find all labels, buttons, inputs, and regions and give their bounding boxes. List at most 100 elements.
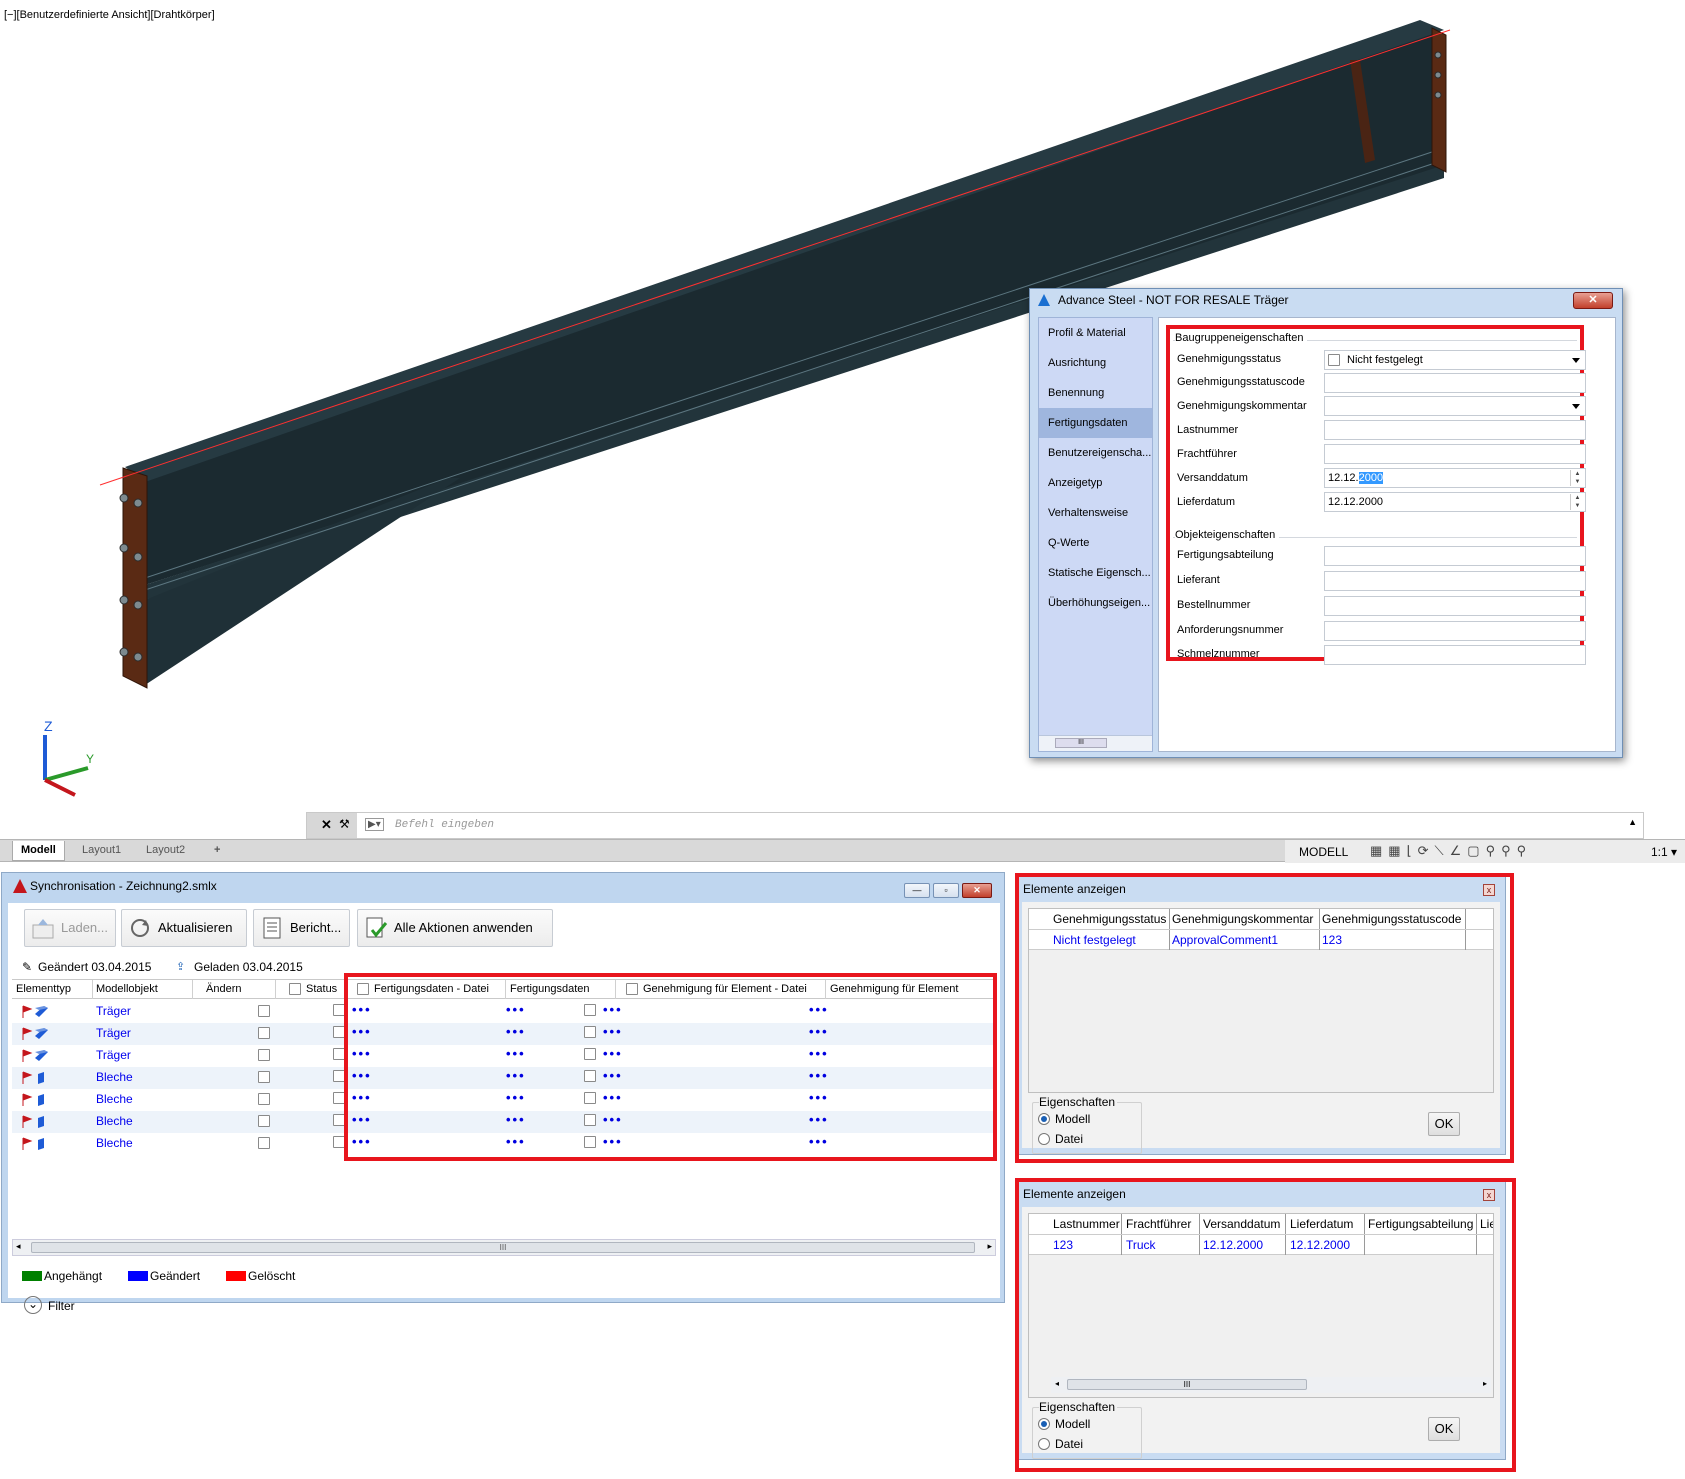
add-layout-button[interactable]: + [206,841,228,861]
legend-geloescht: Gelöscht [226,1269,295,1283]
frachtfuehrer-field[interactable] [1324,444,1586,464]
model-object-link[interactable]: Bleche [96,1114,133,1128]
layout-tab-bar: Modell Layout1 Layout2 + MODELL ▦▦⌊⟳⟍∠▢⚲… [0,839,1685,863]
chevron-down-icon[interactable]: ⌄ [24,1296,42,1314]
model-object-link[interactable]: Träger [96,1026,131,1040]
nav-item[interactable]: Ausrichtung [1039,348,1152,378]
nav-item[interactable]: Verhaltensweise [1039,498,1152,528]
aktualisieren-button[interactable]: Aktualisieren [121,909,247,947]
status-checkbox[interactable] [258,1071,270,1083]
nav-scroll-thumb[interactable]: III [1055,738,1107,748]
status-checkbox[interactable] [258,1049,270,1061]
scroll-left-icon[interactable]: ◂ [16,1241,21,1252]
sync-scroll-thumb[interactable]: III [31,1242,975,1253]
spinner-icon[interactable]: ▲ ▼ [1570,494,1584,510]
sync-body: Laden... Aktualisieren Bericht... Alle A… [8,903,1000,1314]
lastnummer-field[interactable] [1324,420,1586,440]
nav-item[interactable]: Benennung [1039,378,1152,408]
legend-swatch-blue [128,1271,148,1281]
right-end-plate [1431,27,1447,173]
nav-item[interactable]: Q-Werte [1039,528,1152,558]
annotation-scale[interactable]: 1:1 ▾ [1651,845,1677,859]
alle-aktionen-button[interactable]: Alle Aktionen anwenden [357,909,553,947]
legend-geaendert-label: Geändert [150,1269,201,1283]
command-line: ✕ ⚒ ▶▾ Befehl eingeben ▲ [306,812,1644,839]
status-checkbox[interactable] [258,1137,270,1149]
filter-toggle[interactable]: Filter [48,1299,75,1313]
col-elementtyp[interactable]: Elementtyp [16,983,71,995]
close-icon[interactable]: ✕ [321,817,332,833]
statuscode-field[interactable] [1324,373,1586,393]
close-icon[interactable]: ✕ [1573,292,1613,309]
status-checkbox[interactable] [258,1027,270,1039]
col-aendern[interactable]: Ändern [206,983,241,995]
col-sep [92,980,93,999]
highlight-box [344,973,997,1161]
minimize-button[interactable]: — [904,883,930,898]
lieferdatum-value: 12.12.2000 [1328,496,1384,508]
chevron-up-icon[interactable]: ▲ [1628,817,1637,827]
anforderungsnummer-field[interactable] [1324,621,1586,641]
status-tool-icons[interactable]: ▦▦⌊⟳⟍∠▢⚲⚲⚲ [1370,843,1532,859]
refresh-icon [131,919,149,937]
command-line-tools: ✕ ⚒ [307,813,357,838]
scroll-right-icon[interactable]: ▸ [987,1241,992,1252]
sync-hscrollbar[interactable]: ◂ III ▸ [12,1239,996,1256]
nav-item[interactable]: Benutzereigenscha... [1039,438,1152,468]
kommentar-select[interactable] [1324,396,1586,416]
legend-geaendert: Geändert [128,1269,200,1283]
nav-item[interactable]: Fertigungsdaten [1039,408,1152,438]
property-content: Baugruppeneigenschaften Genehmigungsstat… [1158,317,1616,752]
lieferdatum-field[interactable]: 12.12.2000 ▲ ▼ [1324,492,1586,512]
versanddatum-field[interactable]: 12.12.2000 ▲ ▼ [1324,468,1586,488]
col-modellobjekt[interactable]: Modellobjekt [96,983,158,995]
nav-item[interactable]: Überhöhungseigen... [1039,588,1152,618]
command-input[interactable]: Befehl eingeben [395,819,494,831]
nav-scrollbar[interactable]: III [1039,735,1152,751]
beam-icon [22,1049,48,1062]
tab-layout1[interactable]: Layout1 [74,841,129,861]
beam-icon [22,1027,48,1040]
fertigungsabteilung-field[interactable] [1324,546,1586,566]
apply-check-icon [366,917,388,938]
changed-date: Geändert 03.04.2015 [38,960,152,974]
space-mode-toggle[interactable]: MODELL [1299,845,1348,859]
laden-button[interactable]: Laden... [24,909,116,947]
nav-item[interactable]: Anzeigetyp [1039,468,1152,498]
tab-layout2[interactable]: Layout2 [138,841,193,861]
status-header-checkbox[interactable] [289,983,301,995]
label-genehmigungsstatus: Genehmigungsstatus [1177,353,1281,365]
model-object-link[interactable]: Bleche [96,1092,133,1106]
nav-item[interactable]: Statische Eigensch... [1039,558,1152,588]
label-kommentar: Genehmigungskommentar [1177,400,1307,412]
label-schmelznummer: Schmelznummer [1177,648,1260,660]
status-checkbox[interactable] [1328,354,1340,366]
svg-text:Z: Z [44,718,53,734]
legend-swatch-green [22,1271,42,1281]
nav-item[interactable]: Profil & Material [1039,318,1152,348]
model-object-link[interactable]: Träger [96,1048,131,1062]
model-object-link[interactable]: Bleche [96,1070,133,1084]
bestellnummer-field[interactable] [1324,596,1586,616]
spinner-icon[interactable]: ▲ ▼ [1570,470,1584,486]
upload-small-icon: ⇪ [176,961,186,973]
genehmigungsstatus-select[interactable]: Nicht festgelegt [1324,350,1586,370]
col-status[interactable]: Status [306,983,337,995]
status-checkbox[interactable] [258,1093,270,1105]
maximize-button[interactable]: ▫ [933,883,959,898]
status-checkbox[interactable] [258,1115,270,1127]
status-checkbox[interactable] [258,1005,270,1017]
lieferant-field[interactable] [1324,571,1586,591]
bericht-button[interactable]: Bericht... [253,909,350,947]
legend-angehaengt: Angehängt [22,1269,102,1283]
schmelznummer-field[interactable] [1324,645,1586,665]
command-prompt-icon[interactable]: ▶▾ [365,818,384,831]
close-button[interactable]: ✕ [962,883,992,898]
wrench-icon[interactable]: ⚒ [339,817,350,831]
plate-icon [22,1093,44,1106]
model-object-link[interactable]: Träger [96,1004,131,1018]
model-object-link[interactable]: Bleche [96,1136,133,1150]
tab-modell[interactable]: Modell [12,841,65,861]
bericht-label: Bericht... [290,920,342,935]
versanddatum-value: 12.12. [1328,472,1359,484]
